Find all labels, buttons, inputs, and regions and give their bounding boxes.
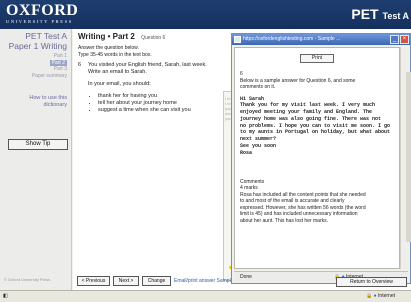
app-header: OXFORD UNIVERSITY PRESS PET Test A — [0, 0, 411, 29]
popup-content: Print 6 Below is a sample answer for Que… — [234, 47, 400, 269]
page-status-icon: ◧ — [3, 293, 8, 299]
status-right: 🔒 ● Internet — [366, 291, 395, 302]
show-tip-button[interactable]: Show Tip — [8, 139, 68, 150]
sample-line: See you soon — [240, 143, 277, 150]
task-bullet: suggest a time when she can visit you — [98, 107, 226, 114]
print-button[interactable]: Print — [300, 54, 334, 63]
close-icon[interactable]: × — [400, 35, 409, 44]
lock-icon: 🔒 — [366, 293, 373, 299]
sidebar-parts: Part 1 Part 2 Part 3 Paper summary — [32, 53, 67, 79]
globe-icon: ● — [373, 293, 377, 299]
next-button[interactable]: Next > — [113, 276, 139, 286]
minimize-icon[interactable]: _ — [390, 35, 399, 44]
task-prompt: In your email, you should: — [88, 81, 151, 87]
status-done: Done — [240, 274, 252, 280]
instruction-line1: Answer the question below. — [78, 45, 139, 51]
sidebar-item-paper-summary[interactable]: Paper summary — [32, 73, 67, 80]
window-controls: _ × — [390, 35, 409, 44]
task-line1: You visited your English friend, Sarah, … — [88, 62, 207, 68]
return-to-overview-button[interactable]: Return to Overview — [336, 277, 407, 287]
sample-answer-window: https://oxfordenglishtesting.com - Sampl… — [231, 33, 411, 284]
page-icon — [234, 36, 241, 43]
oxford-logo: OXFORD UNIVERSITY PRESS — [6, 3, 78, 25]
sample-line: to my aunts in Portugal on holiday, but … — [240, 129, 391, 136]
sidebar-title: PET Test A Paper 1 Writing — [9, 31, 67, 51]
task-line2: Write an email to Sarah. — [88, 69, 147, 75]
sample-line: no problems. I hope you can to visit me … — [240, 122, 391, 129]
test-title-prefix: PET — [351, 6, 379, 22]
test-title: PET Test A — [351, 6, 409, 22]
question-title: Writing • Part 2 — [78, 32, 135, 41]
popup-titlebar[interactable]: https://oxfordenglishtesting.com - Sampl… — [232, 34, 410, 45]
previous-button[interactable]: < Previous — [77, 276, 110, 286]
background-panel-edge — [406, 72, 411, 242]
logo-sub: UNIVERSITY PRESS — [6, 19, 73, 24]
logo-main: OXFORD — [6, 2, 79, 19]
question-heading: Writing • Part 2 Question 6 — [78, 32, 165, 41]
sample-line: Hi Sarah — [240, 95, 265, 102]
instructions: Answer the question below. Type 35-45 wo… — [78, 45, 152, 59]
test-title-suffix: Test A — [382, 11, 409, 21]
sample-line: Rosa — [240, 149, 253, 156]
task-text: 6 You visited your English friend, Sarah… — [78, 62, 226, 114]
sidebar: PET Test A Paper 1 Writing Part 1 Part 2… — [0, 29, 72, 290]
copyright: © Oxford University Press — [4, 277, 51, 282]
sample-line: Thank you for my visit last week. I very… — [240, 102, 376, 109]
sample-line: next summer? — [240, 136, 277, 143]
sample-line: enjoyed meeting your family and England.… — [240, 109, 373, 116]
sidebar-title-line1: PET Test A — [25, 31, 67, 41]
task-bullets: thank her for having you tell her about … — [98, 93, 226, 114]
sidebar-item-part-2[interactable]: Part 2 — [49, 59, 67, 66]
help-line1: How to use this — [29, 95, 67, 101]
dictionary-help-link[interactable]: How to use this dictionary — [29, 95, 67, 109]
sidebar-title-line2: Paper 1 Writing — [8, 41, 67, 51]
browser-status-bar: ◧ 🔒 ● Internet — [0, 290, 411, 302]
change-button[interactable]: Change — [142, 276, 171, 286]
statusbar-zone: Internet — [378, 293, 396, 299]
help-line2: dictionary — [43, 102, 67, 108]
instruction-line2: Type 35-45 words in the text box. — [78, 52, 152, 58]
sample-answer-text: Hi Sarah Thank you for my visit last wee… — [240, 96, 394, 157]
task-bullet: thank her for having you — [98, 93, 226, 100]
comment-line: about her aunt. This has lost her marks. — [240, 217, 329, 224]
sample-line: journey home was also going fine. There … — [240, 115, 382, 122]
question-number: Question 6 — [141, 35, 166, 41]
task-bullet: tell her about your journey home — [98, 100, 226, 107]
popup-title: https://oxfordenglishtesting.com - Sampl… — [243, 36, 341, 42]
task-number: 6 — [78, 62, 82, 68]
